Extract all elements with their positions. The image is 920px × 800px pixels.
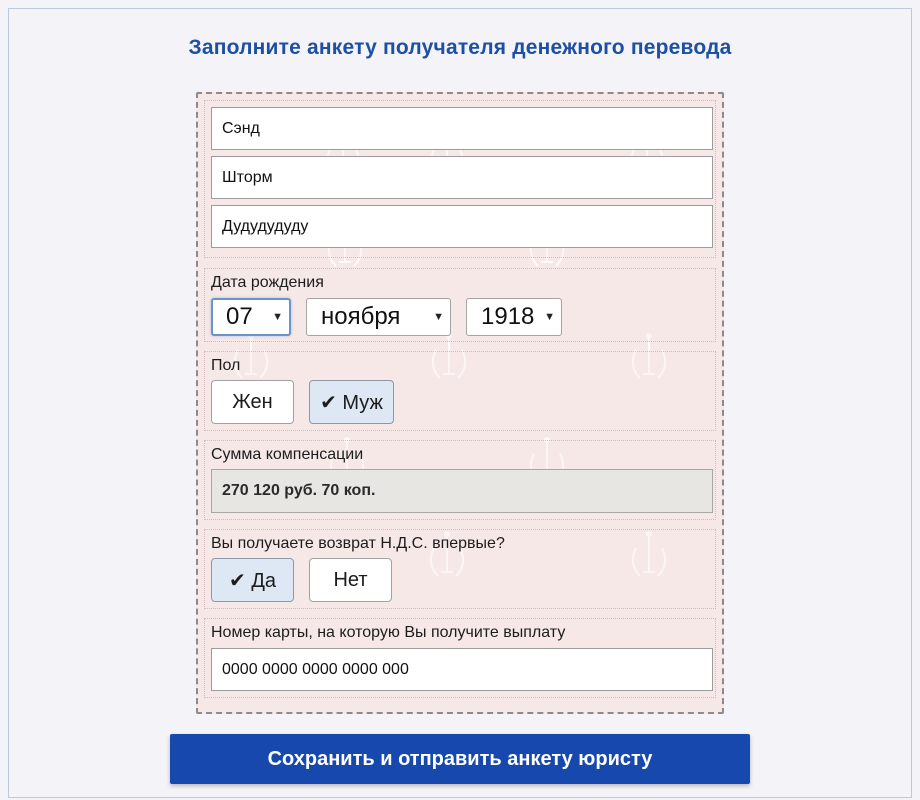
birth-year-value: 1918	[481, 303, 535, 330]
first-name-field[interactable]: Сэнд	[211, 107, 713, 150]
gender-female-button[interactable]: Жен	[211, 380, 294, 424]
vat-question-section: Вы получаете возврат Н.Д.С. впервые? ✔ Д…	[204, 529, 716, 609]
compensation-label: Сумма компенсации	[211, 446, 364, 463]
gender-label: Пол	[211, 357, 241, 374]
birth-month-value: ноября	[321, 303, 401, 330]
birth-day-value: 07	[226, 303, 253, 330]
birth-day-select[interactable]: 07 ▼	[211, 298, 291, 336]
vat-question-label: Вы получаете возврат Н.Д.С. впервые?	[211, 535, 505, 552]
chevron-down-icon: ▼	[544, 311, 555, 323]
birth-date-section: Дата рождения 07 ▼ ноября ▼ 1918 ▼	[204, 268, 716, 342]
vat-yes-button[interactable]: ✔ Да	[211, 558, 294, 602]
card-section: Номер карты, на которую Вы получите выпл…	[204, 618, 716, 698]
chevron-down-icon: ▼	[272, 311, 283, 323]
chevron-down-icon: ▼	[433, 311, 444, 323]
vat-no-button[interactable]: Нет	[309, 558, 392, 602]
birth-month-select[interactable]: ноября ▼	[306, 298, 451, 336]
compensation-amount: 270 120 руб. 70 коп.	[211, 469, 713, 513]
save-and-send-button[interactable]: Сохранить и отправить анкету юристу	[170, 734, 750, 784]
card-label: Номер карты, на которую Вы получите выпл…	[211, 624, 566, 641]
gender-section: Пол Жен ✔ Муж	[204, 351, 716, 431]
page-title: Заполните анкету получателя денежного пе…	[188, 36, 732, 59]
birth-date-label: Дата рождения	[211, 274, 324, 291]
compensation-section: Сумма компенсации 270 120 руб. 70 коп.	[204, 440, 716, 520]
recipient-form: Сэнд Шторм Дудудудуду Дата рождения 07 ▼…	[196, 92, 724, 714]
gender-male-button[interactable]: ✔ Муж	[309, 380, 394, 424]
middle-name-field[interactable]: Дудудудуду	[211, 205, 713, 248]
last-name-field[interactable]: Шторм	[211, 156, 713, 199]
name-section: Сэнд Шторм Дудудудуду	[204, 100, 716, 258]
birth-year-select[interactable]: 1918 ▼	[466, 298, 562, 336]
card-number-field[interactable]: 0000 0000 0000 0000 000	[211, 648, 713, 691]
